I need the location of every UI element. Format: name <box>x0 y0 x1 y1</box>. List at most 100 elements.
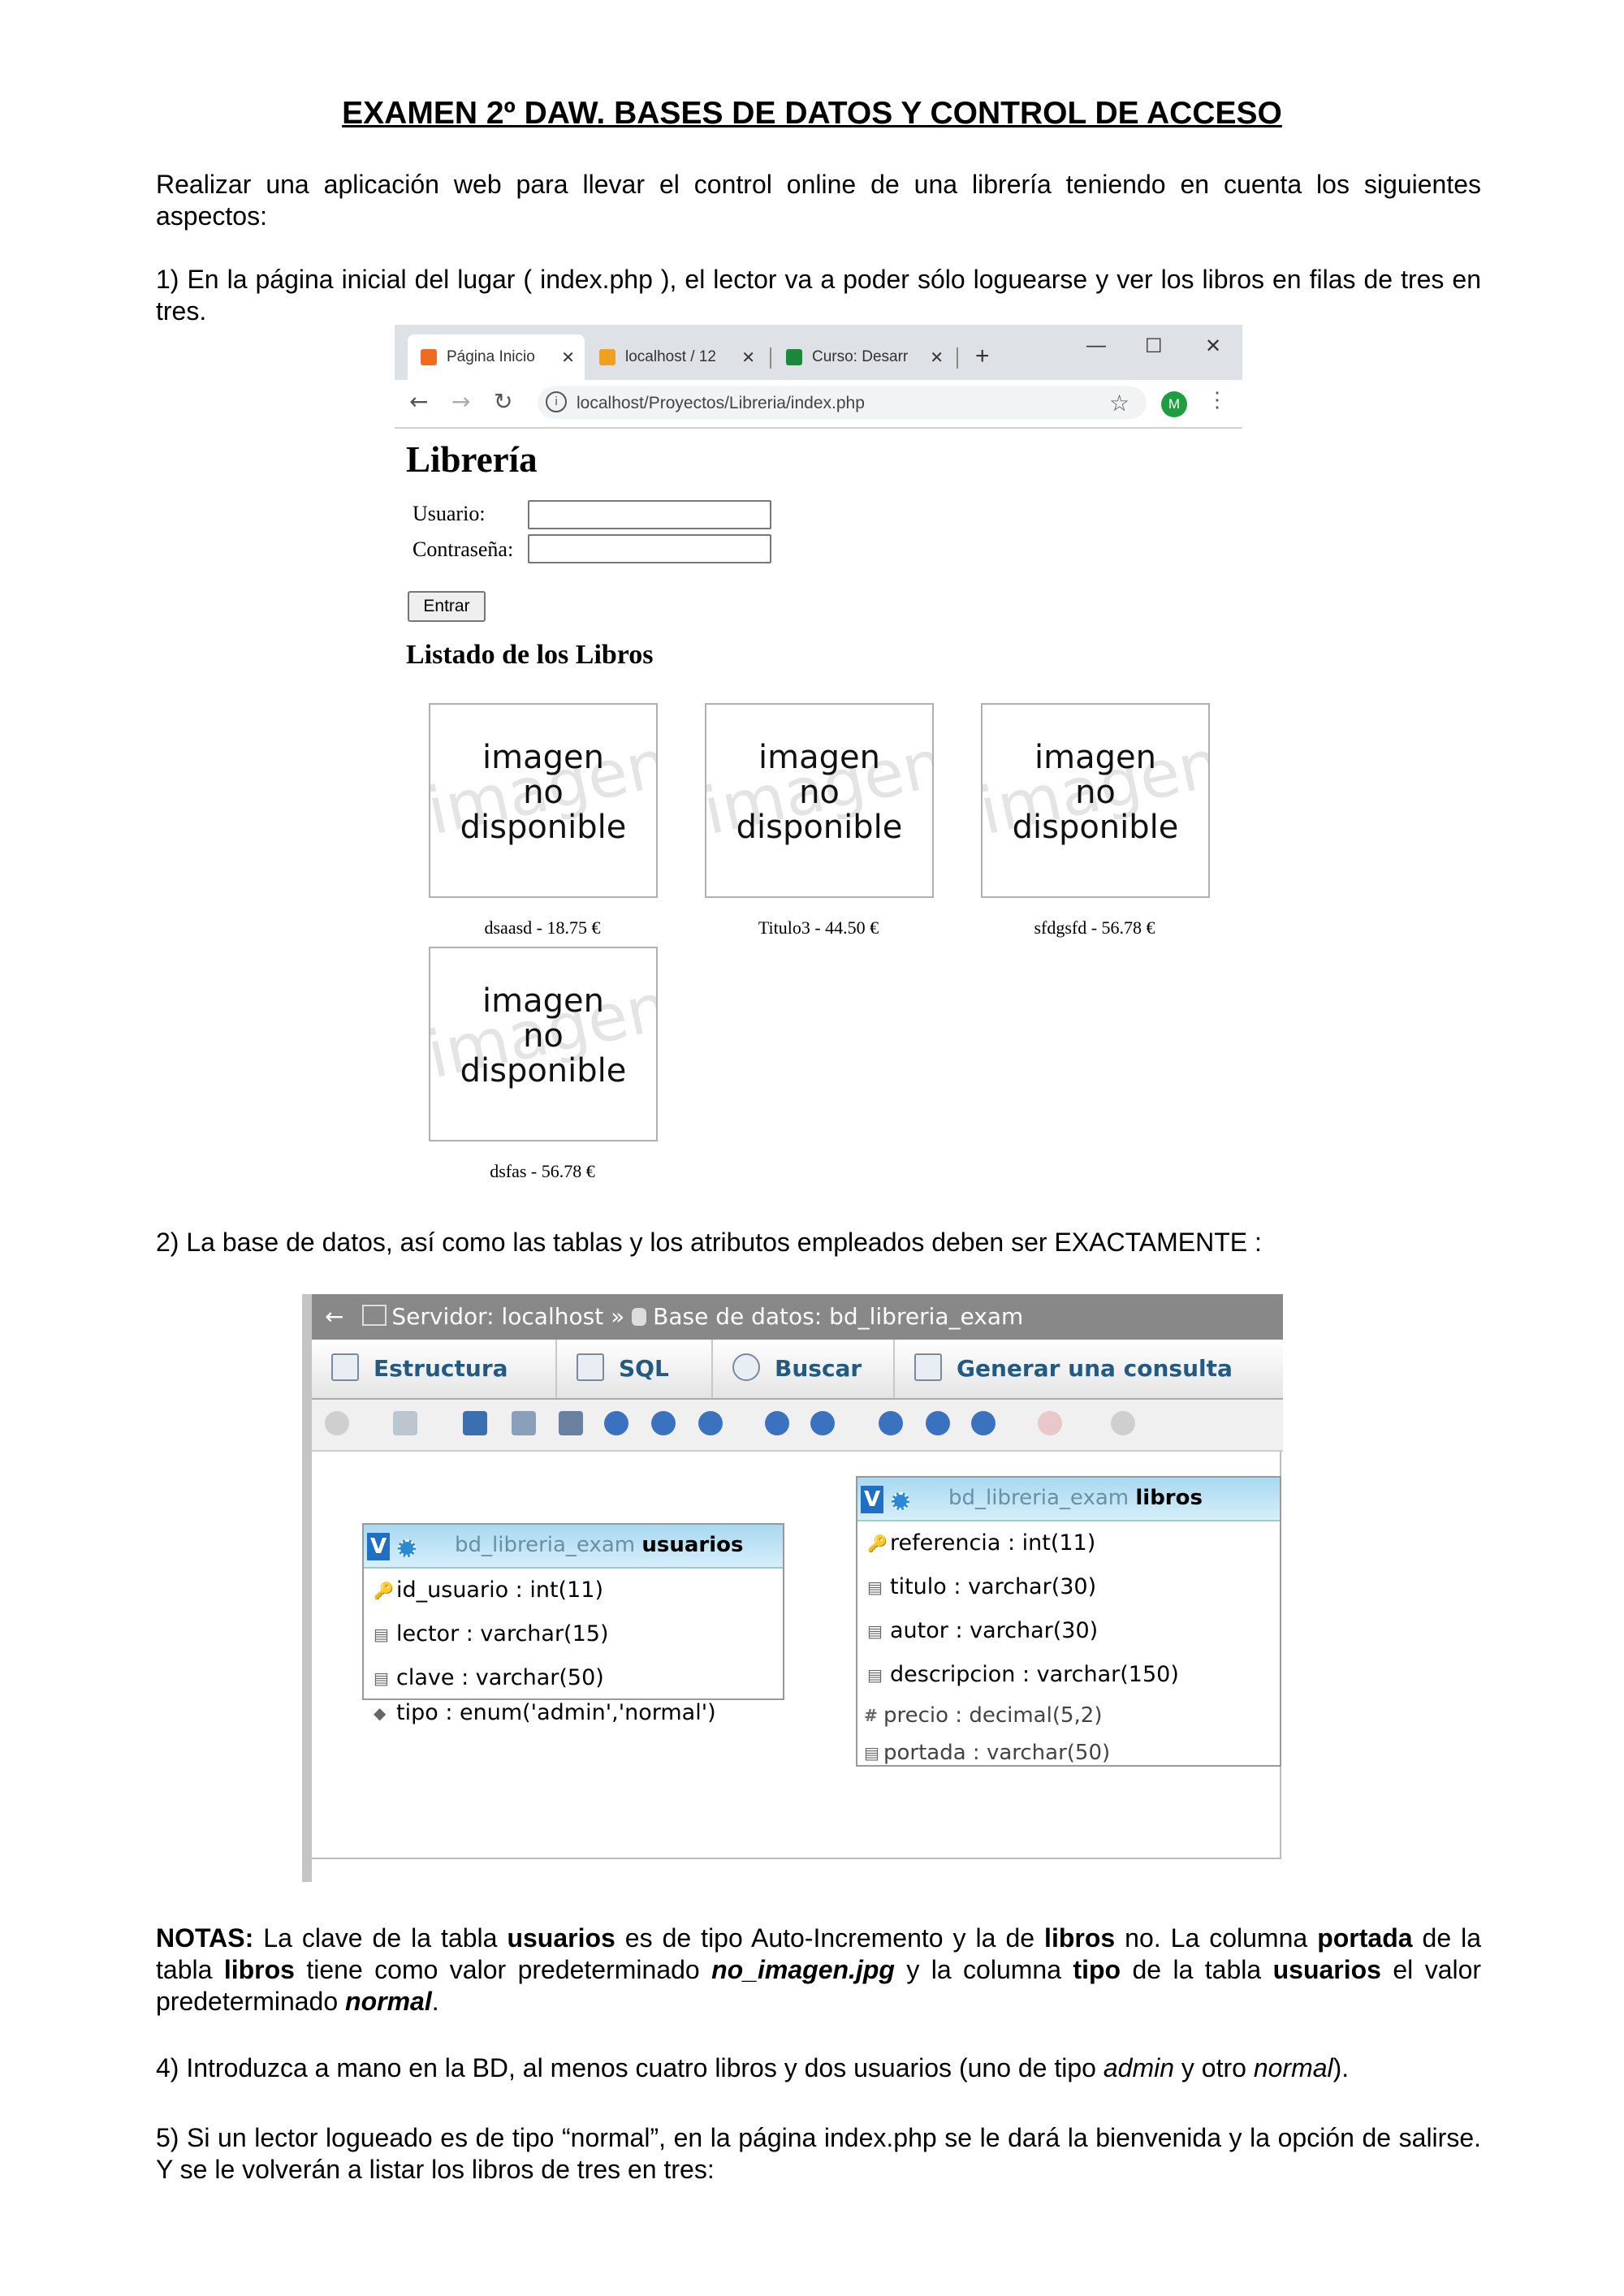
page-icon[interactable] <box>512 1411 536 1435</box>
tool-icon[interactable] <box>651 1411 676 1435</box>
cover-text: imagen no disponible <box>736 739 903 846</box>
minimize-icon[interactable]: — <box>1086 334 1106 357</box>
new-tab-icon[interactable]: + <box>975 343 990 370</box>
column-row[interactable]: ▤ descripcion : varchar(150) <box>857 1653 1280 1697</box>
fullscreen-icon[interactable] <box>393 1411 417 1435</box>
designer-canvas: V bd_libreria_exam usuarios 🔑 id_usuario … <box>312 1452 1281 1859</box>
save-icon[interactable] <box>463 1411 487 1435</box>
key-icon: 🔑 <box>867 1534 888 1553</box>
cover-text: imagen no disponible <box>1012 739 1179 846</box>
address-bar: ← → ↻ i localhost/Proyectos/Libreria/ind… <box>395 380 1242 429</box>
table-header[interactable]: V bd_libreria_exam libros <box>857 1478 1280 1521</box>
column-icon: ▤ <box>867 1577 883 1597</box>
key-icon: 🔑 <box>374 1581 394 1600</box>
gear-icon[interactable] <box>892 1492 909 1510</box>
sql-icon <box>577 1353 604 1381</box>
book-caption: dsaasd - 18.75 € <box>484 917 601 938</box>
breadcrumb-server[interactable]: Servidor: localhost » <box>391 1303 632 1330</box>
pdf-icon[interactable] <box>1038 1411 1062 1435</box>
relation-icon[interactable] <box>559 1411 583 1435</box>
forward-icon[interactable]: → <box>451 388 470 415</box>
gear-icon[interactable] <box>398 1539 416 1557</box>
left-border <box>302 1294 312 1882</box>
book-cover-image: imagen disponible imagennodisponible <box>429 703 658 898</box>
breadcrumb: ← Servidor: localhost » Base de datos: b… <box>312 1294 1283 1340</box>
tool-icon[interactable] <box>765 1411 789 1435</box>
table-header[interactable]: V bd_libreria_exam usuarios <box>364 1525 783 1569</box>
tool-icon[interactable] <box>810 1411 835 1435</box>
column-row[interactable]: 🔑 id_usuario : int(11) <box>364 1569 783 1612</box>
close-icon[interactable]: ✕ <box>561 347 575 368</box>
tab-generar-consulta[interactable]: Generar una consulta <box>895 1340 1285 1398</box>
back-icon[interactable]: ← <box>325 1303 343 1330</box>
back-icon[interactable]: ← <box>409 388 428 415</box>
tab-label: localhost / 12 <box>625 348 716 365</box>
user-input[interactable] <box>528 500 771 529</box>
column-icon: ▤ <box>374 1625 389 1644</box>
point-2-paragraph: 2) La base de datos, así como las tablas… <box>156 1228 1262 1257</box>
tab-estructura[interactable]: Estructura <box>312 1340 557 1398</box>
page-heading: Librería <box>406 439 538 480</box>
point-4-paragraph: 4) Introduzca a mano en la BD, al menos … <box>156 2053 1350 2082</box>
tab-separator <box>957 347 958 369</box>
tab-curso[interactable]: Curso: Desarr ✕ <box>773 334 953 380</box>
column-icon: ▤ <box>864 1743 879 1763</box>
password-input[interactable] <box>528 534 771 563</box>
menu-icon[interactable]: ⋮ <box>1207 388 1228 412</box>
tool-icon[interactable] <box>1111 1411 1135 1435</box>
phpmyadmin-icon <box>599 349 615 365</box>
help-icon[interactable] <box>698 1411 723 1435</box>
submit-button[interactable]: Entrar <box>408 591 486 622</box>
column-row[interactable]: ◆ tipo : enum('admin','normal') <box>364 1700 783 1731</box>
document-title: EXAMEN 2º DAW. BASES DE DATOS Y CONTROL … <box>342 96 1282 131</box>
maximize-icon[interactable]: ☐ <box>1145 334 1163 358</box>
tab-pagina-inicio[interactable]: Página Inicio ✕ <box>408 334 585 380</box>
point-1-paragraph: 1) En la página inicial del lugar ( inde… <box>156 265 1481 326</box>
tab-localhost[interactable]: localhost / 12 ✕ <box>586 334 765 380</box>
bookmark-star-icon[interactable]: ☆ <box>1109 390 1129 417</box>
book-cover-image: imagen disponible imagennodisponible <box>705 703 934 898</box>
reload-icon[interactable]: ↻ <box>494 388 512 415</box>
intro-paragraph: Realizar una aplicación web para llevar … <box>156 170 1481 231</box>
structure-icon <box>331 1353 359 1381</box>
browser-screenshot: Página Inicio ✕ localhost / 12 ✕ Curso: … <box>395 325 1242 1193</box>
profile-avatar[interactable]: M <box>1161 391 1187 417</box>
column-row[interactable]: # precio : decimal(5,2) <box>857 1697 1280 1734</box>
breadcrumb-database[interactable]: Base de datos: bd_libreria_exam <box>653 1303 1023 1330</box>
column-icon: ▤ <box>867 1621 883 1641</box>
toggle-icon[interactable]: V <box>367 1533 390 1560</box>
close-icon[interactable]: ✕ <box>741 347 755 368</box>
book-caption: dsfas - 56.78 € <box>490 1161 595 1181</box>
table-libros[interactable]: V bd_libreria_exam libros 🔑 referencia : … <box>856 1476 1281 1767</box>
database-icon <box>632 1308 647 1326</box>
info-icon[interactable]: i <box>546 391 567 412</box>
column-row[interactable]: ▤ portada : varchar(50) <box>857 1734 1280 1772</box>
url-text[interactable]: localhost/Proyectos/Libreria/index.php <box>577 394 865 413</box>
point-5-paragraph: 5) Si un lector logueado es de tipo “nor… <box>156 2123 1481 2184</box>
tab-bar: Página Inicio ✕ localhost / 12 ✕ Curso: … <box>395 325 1242 380</box>
cover-text: imagen no disponible <box>460 739 627 846</box>
tab-sql[interactable]: SQL <box>557 1340 713 1398</box>
tool-icon[interactable] <box>971 1411 996 1435</box>
book-caption: Titulo3 - 44.50 € <box>758 917 879 938</box>
column-row[interactable]: ▤ lector : varchar(15) <box>364 1612 783 1656</box>
table-usuarios[interactable]: V bd_libreria_exam usuarios 🔑 id_usuario … <box>362 1523 784 1725</box>
tab-separator <box>770 347 771 369</box>
server-icon <box>362 1305 387 1326</box>
column-row[interactable]: ▤ titulo : varchar(30) <box>857 1565 1280 1609</box>
search-icon <box>732 1353 760 1381</box>
column-row[interactable]: ▤ autor : varchar(30) <box>857 1609 1280 1653</box>
close-icon[interactable]: ✕ <box>930 347 944 368</box>
list-heading: Listado de los Libros <box>406 640 654 670</box>
tool-icon[interactable] <box>926 1411 950 1435</box>
tab-buscar[interactable]: Buscar <box>713 1340 895 1398</box>
cover-text: imagen no disponible <box>460 982 627 1090</box>
tool-icon[interactable] <box>604 1411 628 1435</box>
toggle-icon[interactable]: V <box>861 1486 883 1513</box>
window-close-icon[interactable]: ✕ <box>1205 334 1221 358</box>
column-row[interactable]: 🔑 referencia : int(11) <box>857 1521 1280 1565</box>
toggle-menu-icon[interactable] <box>325 1411 349 1435</box>
column-row[interactable]: ▤ clave : varchar(50) <box>364 1656 783 1700</box>
moodle-icon <box>786 349 802 365</box>
tool-icon[interactable] <box>879 1411 903 1435</box>
